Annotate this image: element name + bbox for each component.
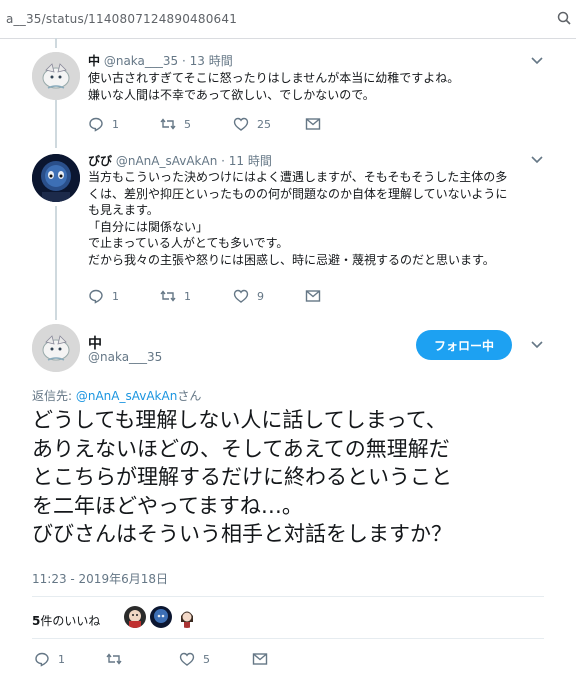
reply-count: 1 [58, 652, 65, 666]
retweet-icon [160, 290, 176, 302]
reply-button[interactable]: 1 [88, 288, 119, 304]
reply-count: 1 [112, 117, 119, 131]
replying-to: 返信先: @nAnA_sAvAkAnさん [32, 387, 201, 404]
avatar[interactable] [32, 52, 80, 100]
tweet-text-line: とこちらが理解するだけに終わるということ [32, 465, 452, 489]
following-button[interactable]: フォロー中 [416, 330, 512, 360]
tweet-text-line: 嫌いな人間は不幸であって欲しい、でしかないので。 [88, 87, 375, 102]
chevron-down-icon[interactable] [530, 340, 544, 350]
avatar[interactable] [32, 154, 80, 202]
envelope-icon [305, 118, 321, 130]
tweet-text-line: を二年ほどやってますね…。 [32, 493, 303, 518]
retweet-button[interactable] [106, 651, 130, 667]
avatar[interactable] [32, 324, 80, 372]
liker-avatar[interactable] [176, 606, 198, 628]
divider [32, 596, 544, 597]
retweet-count: 1 [184, 289, 191, 303]
liker-avatar[interactable] [150, 606, 172, 628]
tweet-text-line: びびさんはそういう相手と対話をしますか？ [32, 522, 452, 546]
retweet-button[interactable]: 1 [160, 288, 191, 304]
tweet-text-line: ありえないほどの、そしてあえての無理解だ [32, 436, 450, 461]
heart-icon [233, 117, 249, 131]
tweet-text-line: 使い古されすぎてそこに怒ったりはしませんが本当に幼稚ですよね。 [88, 71, 460, 85]
tweet-text-line: くは、差別や抑圧といったものの何が問題なのか自体を理解していないように [88, 186, 508, 201]
like-count: 5 [203, 652, 210, 666]
chevron-down-icon[interactable] [530, 155, 544, 165]
tweet-header: 中 @naka___35 · 13 時間 [88, 52, 233, 69]
likes-label: 件のいいね [40, 614, 101, 628]
reply-count: 1 [112, 289, 119, 303]
reply-icon [35, 652, 49, 667]
user-handle[interactable]: @naka___35 [104, 54, 178, 68]
liker-avatar[interactable] [124, 606, 146, 628]
tweet-text: 当方もこういった決めつけにはよく遭遇しますが、そもそもそうした主体の多 くは、差… [88, 169, 507, 268]
retweet-icon [160, 118, 176, 130]
separator-dot: · [182, 54, 190, 68]
tweet-timestamp[interactable]: 11:23 - 2019年6月18日 [32, 570, 168, 587]
tweet-text: 使い古されすぎてそこに怒ったりはしませんが本当に幼稚ですよね。 嫌いな人間は不幸… [88, 70, 459, 103]
tweet-time[interactable]: 13 時間 [190, 54, 233, 68]
tweet-time[interactable]: 11 時間 [229, 154, 272, 168]
dm-button[interactable] [305, 116, 321, 132]
mention-link[interactable]: @nAnA_sAvAkAn [76, 389, 177, 403]
like-count: 25 [257, 117, 271, 131]
dm-button[interactable] [252, 651, 268, 667]
reply-prefix: 返信先: [32, 389, 76, 403]
display-name[interactable]: びび [88, 154, 112, 168]
divider [32, 638, 544, 639]
heart-icon [179, 652, 195, 666]
reply-tweet-1[interactable]: 中 @naka___35 · 13 時間 使い古されすぎてそこに怒ったりはしませ… [0, 0, 576, 150]
tweet-text-line: も見えます。 [88, 203, 159, 217]
likes-summary[interactable]: 5件のいいね [32, 612, 100, 629]
reply-button[interactable]: 1 [34, 651, 65, 667]
tweet-text-line: 「自分には関係ない」 [88, 219, 209, 234]
envelope-icon [305, 290, 321, 302]
reply-suffix: さん [177, 389, 202, 403]
tweet-text-line: 当方もこういった決めつけにはよく遭遇しますが、そもそもそうした主体の多 [88, 170, 508, 184]
tweet-text-line: どうしても理解しない人に話してしまって、 [32, 408, 447, 432]
like-button[interactable]: 25 [233, 116, 271, 132]
tweet-header: びび @nAnA_sAvAkAn · 11 時間 [88, 152, 272, 169]
retweet-icon [106, 653, 122, 665]
envelope-icon [252, 653, 268, 665]
reply-tweet-2[interactable]: びび @nAnA_sAvAkAn · 11 時間 当方もこういった決めつけにはよ… [0, 150, 576, 320]
chevron-down-icon[interactable] [530, 56, 544, 66]
retweet-button[interactable]: 5 [160, 116, 191, 132]
user-handle[interactable]: @naka___35 [88, 350, 162, 364]
main-tweet-text: どうしても理解しない人に話してしまって、 ありえないほどの、そしてあえての無理解… [32, 406, 552, 549]
like-button[interactable]: 9 [233, 288, 264, 304]
user-handle[interactable]: @nAnA_sAvAkAn [116, 154, 217, 168]
tweet-text-line: だから我々の主張や怒りには困惑し、時に忌避・蔑視するのだと思います。 [88, 252, 495, 267]
heart-icon [233, 289, 249, 303]
like-count: 9 [257, 289, 264, 303]
like-button[interactable]: 5 [179, 651, 210, 667]
retweet-count: 5 [184, 117, 191, 131]
tweet-text-line: で止まっている人がとても多いです。 [88, 236, 289, 250]
reply-icon [89, 117, 103, 132]
display-name[interactable]: 中 [88, 54, 100, 68]
dm-button[interactable] [305, 288, 321, 304]
reply-button[interactable]: 1 [88, 116, 119, 132]
separator-dot: · [221, 154, 229, 168]
reply-icon [89, 289, 103, 304]
